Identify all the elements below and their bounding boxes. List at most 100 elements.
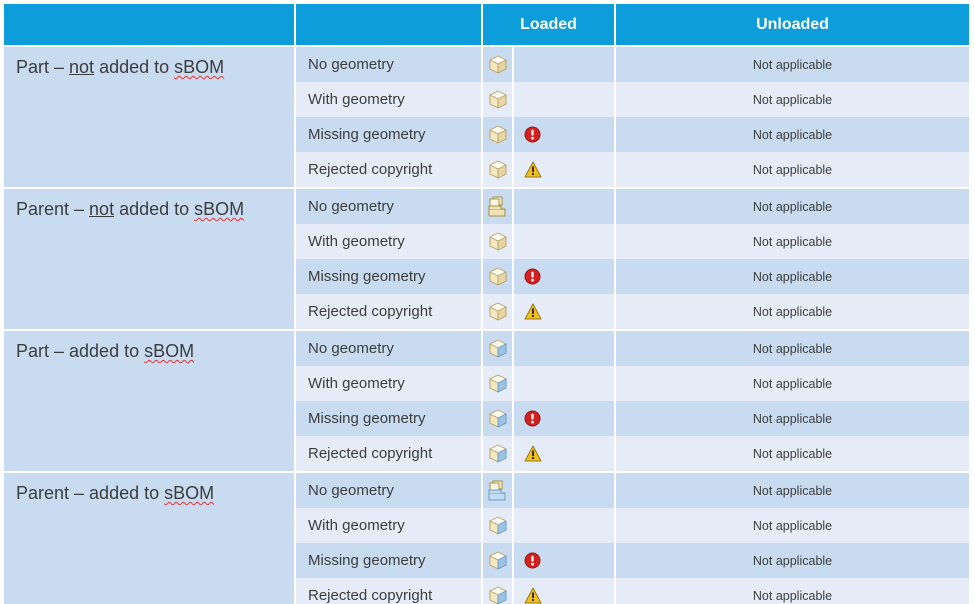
loaded-icon-cell: [482, 224, 514, 259]
cube-tan-icon: [487, 54, 509, 76]
unloaded-cell: Not applicable: [615, 259, 970, 294]
cube-blue-icon: [487, 550, 509, 572]
loaded-icon-cell: [482, 330, 514, 366]
loaded-status-cell: [513, 366, 617, 401]
label-text: Part – added to: [16, 341, 145, 361]
warning-icon: [524, 161, 542, 178]
condition-label: Rejected copyright: [295, 578, 483, 604]
condition-label: Missing geometry: [295, 543, 483, 578]
condition-label: With geometry: [295, 508, 483, 543]
cube-tan-icon: [487, 301, 509, 323]
condition-label: Missing geometry: [295, 401, 483, 436]
loaded-status-cell: [513, 330, 617, 366]
unloaded-cell: Not applicable: [615, 188, 970, 224]
table-row: Part – not added to sBOM No geometry Not a…: [4, 46, 970, 189]
unloaded-cell: Not applicable: [615, 578, 970, 604]
label-text: Parent – added to: [16, 483, 165, 503]
cube-tan-icon: [487, 231, 509, 253]
loaded-icon-cell: [482, 82, 514, 117]
loaded-icon-cell: [482, 366, 514, 401]
spellcheck-term: sBOM: [164, 483, 215, 503]
header-condition-blank: [295, 4, 483, 47]
label-text: added to: [114, 199, 195, 219]
cube-blue-icon: [487, 585, 509, 604]
unloaded-cell: Not applicable: [615, 294, 970, 331]
header-unloaded: Unloaded: [615, 4, 970, 47]
unloaded-cell: Not applicable: [615, 46, 970, 82]
unloaded-cell: Not applicable: [615, 543, 970, 578]
unloaded-cell: Not applicable: [615, 330, 970, 366]
unloaded-cell: Not applicable: [615, 366, 970, 401]
loaded-icon-cell: [482, 401, 514, 436]
cube-blue-icon: [487, 408, 509, 430]
loaded-status-cell: [513, 543, 617, 578]
table-header: Loaded Unloaded: [4, 4, 970, 47]
loaded-status-cell: [513, 401, 617, 436]
loaded-icon-cell: [482, 294, 514, 331]
part-status-matrix-table: Loaded Unloaded Part – not added to sBOM…: [4, 4, 970, 604]
loaded-status-cell: [513, 436, 617, 473]
cube-blue-icon: [487, 443, 509, 465]
label-text: added to: [94, 57, 175, 77]
label-text: Parent –: [16, 199, 90, 219]
header-category-blank: [4, 4, 296, 47]
loaded-status-cell: [513, 117, 617, 152]
condition-label: Missing geometry: [295, 259, 483, 294]
loaded-status-cell: [513, 259, 617, 294]
table-row: Parent – not added to sBOM No geometry Not…: [4, 188, 970, 331]
group-category-label: Part – added to sBOM: [4, 330, 296, 473]
condition-label: Rejected copyright: [295, 294, 483, 331]
spellcheck-term: sBOM: [174, 57, 225, 77]
loaded-icon-cell: [482, 188, 514, 224]
loaded-icon-cell: [482, 259, 514, 294]
unloaded-cell: Not applicable: [615, 152, 970, 189]
condition-label: With geometry: [295, 82, 483, 117]
loaded-status-cell: [513, 578, 617, 604]
error-icon: [524, 552, 541, 569]
loaded-status-cell: [513, 508, 617, 543]
table-body: Part – not added to sBOM No geometry Not a…: [4, 46, 970, 604]
group-category-label: Part – not added to sBOM: [4, 46, 296, 189]
group-category-label: Parent – added to sBOM: [4, 472, 296, 604]
loaded-status-cell: [513, 188, 617, 224]
loaded-icon-cell: [482, 152, 514, 189]
condition-label: No geometry: [295, 472, 483, 508]
cube-blue-icon: [487, 515, 509, 537]
emphasis-not: not: [69, 57, 95, 77]
assembly-blue-icon: [487, 480, 509, 502]
condition-label: Rejected copyright: [295, 152, 483, 189]
unloaded-cell: Not applicable: [615, 224, 970, 259]
loaded-icon-cell: [482, 46, 514, 82]
header-row: Loaded Unloaded: [4, 4, 970, 47]
loaded-status-cell: [513, 82, 617, 117]
loaded-status-cell: [513, 294, 617, 331]
spellcheck-term: sBOM: [194, 199, 245, 219]
status-matrix-page: Loaded Unloaded Part – not added to sBOM…: [0, 0, 975, 604]
unloaded-cell: Not applicable: [615, 436, 970, 473]
spellcheck-term: sBOM: [144, 341, 195, 361]
error-icon: [524, 126, 541, 143]
cube-blue-icon: [487, 373, 509, 395]
loaded-status-cell: [513, 46, 617, 82]
emphasis-not: not: [89, 199, 115, 219]
header-loaded: Loaded: [482, 4, 617, 47]
warning-icon: [524, 445, 542, 462]
loaded-status-cell: [513, 224, 617, 259]
cube-blue-icon: [487, 338, 509, 360]
loaded-icon-cell: [482, 436, 514, 473]
label-text: Part –: [16, 57, 70, 77]
loaded-status-cell: [513, 472, 617, 508]
condition-label: No geometry: [295, 330, 483, 366]
loaded-status-cell: [513, 152, 617, 189]
loaded-icon-cell: [482, 578, 514, 604]
unloaded-cell: Not applicable: [615, 508, 970, 543]
cube-tan-icon: [487, 89, 509, 111]
condition-label: Rejected copyright: [295, 436, 483, 473]
condition-label: With geometry: [295, 366, 483, 401]
loaded-icon-cell: [482, 117, 514, 152]
warning-icon: [524, 587, 542, 604]
loaded-icon-cell: [482, 543, 514, 578]
condition-label: Missing geometry: [295, 117, 483, 152]
table-row: Parent – added to sBOM No geometry Not app…: [4, 472, 970, 604]
assembly-tan-icon: [487, 196, 509, 218]
